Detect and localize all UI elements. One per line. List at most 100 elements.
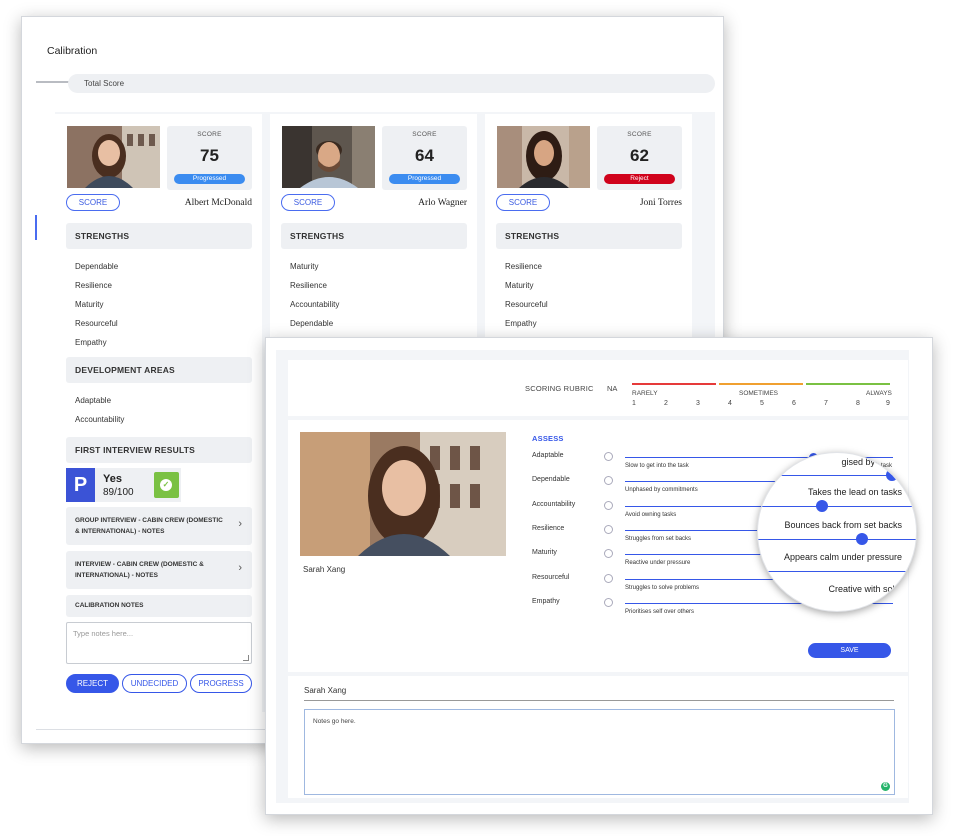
- rubric-number: 7: [824, 400, 828, 407]
- score-box: SCORE 75 Progressed: [167, 126, 252, 190]
- candidate-card-albert: SCORE 75 Progressed SCORE Albert McDonal…: [55, 114, 262, 712]
- candidate-photo: [67, 126, 160, 188]
- always-band: [806, 383, 890, 385]
- interview-notes[interactable]: INTERVIEW - CABIN CREW (DOMESTIC & INTER…: [66, 551, 252, 589]
- assess-label: Accountability: [532, 500, 576, 508]
- save-button[interactable]: SAVE: [808, 643, 891, 658]
- resize-grip-icon[interactable]: [243, 655, 249, 661]
- candidate-photo-large: [300, 432, 506, 556]
- interview-score: 89/100: [103, 487, 134, 498]
- interview-result: Yes: [103, 473, 122, 485]
- status-badge: Reject: [604, 174, 675, 184]
- assess-label: Resilience: [532, 524, 565, 532]
- na-radio[interactable]: [604, 549, 613, 559]
- grammar-icon[interactable]: G: [881, 782, 890, 791]
- progress-button[interactable]: PROGRESS: [190, 674, 252, 693]
- first-interview-result: P Yes 89/100 ✓: [66, 468, 181, 502]
- reject-button[interactable]: REJECT: [66, 674, 119, 693]
- assess-label: Maturity: [532, 549, 557, 557]
- candidate-name: Sarah Xang: [303, 565, 346, 574]
- assess-label: Empathy: [532, 597, 560, 605]
- score-label: SCORE: [412, 131, 437, 138]
- notes-text: Notes go here.: [313, 718, 356, 725]
- rubric-number: 6: [792, 400, 796, 407]
- list-item: Empathy: [75, 338, 107, 347]
- note-title: INTERVIEW - CABIN CREW (DOMESTIC & INTER…: [75, 561, 204, 579]
- slider-low-label: Struggles from set backs: [625, 535, 692, 542]
- total-score-label: Total Score: [84, 79, 125, 88]
- score-value: 75: [200, 146, 219, 165]
- score-label: SCORE: [197, 131, 222, 138]
- status-badge: Progressed: [174, 174, 245, 184]
- list-item: Maturity: [75, 300, 104, 309]
- zoom-slider-line: [758, 506, 916, 507]
- zoom-slider-knob[interactable]: [886, 469, 898, 481]
- assess-label: Dependable: [532, 476, 570, 484]
- na-radio[interactable]: [604, 476, 613, 486]
- score-label: SCORE: [627, 131, 652, 138]
- rubric-label: SCORING RUBRIC: [525, 384, 594, 393]
- assess-label: Resourceful: [532, 573, 570, 581]
- score-value: 64: [415, 146, 434, 165]
- strengths-heading: STRENGTHS: [66, 223, 252, 249]
- rarely-band: [632, 383, 716, 385]
- rubric-number: 8: [856, 400, 860, 407]
- list-item: Maturity: [290, 262, 319, 271]
- na-radio[interactable]: [604, 452, 613, 461]
- zoom-text: Creative with solut: [828, 584, 902, 594]
- zoom-slider-line: [758, 571, 916, 572]
- first-interview-heading: FIRST INTERVIEW RESULTS: [66, 437, 252, 463]
- list-item: Resourceful: [505, 300, 548, 309]
- calibration-notes-heading: CALIBRATION NOTES: [66, 595, 252, 617]
- development-heading: DEVELOPMENT AREAS: [66, 357, 252, 383]
- score-button[interactable]: SCORE: [66, 194, 120, 211]
- calibration-notes-input[interactable]: Type notes here...: [66, 622, 252, 664]
- slider-low-label: Prioritises self over others: [625, 608, 695, 615]
- zoom-text: gised by comm: [841, 457, 902, 467]
- zoom-slider-line: [758, 539, 916, 540]
- divider: [304, 700, 894, 701]
- rubric-word-sometimes: SOMETIMES: [739, 390, 779, 397]
- candidate-photo: [497, 126, 590, 188]
- zoom-slider-knob[interactable]: [856, 533, 868, 545]
- check-icon: ✓: [154, 472, 179, 498]
- na-radio[interactable]: [604, 524, 613, 534]
- list-item: Resourceful: [75, 319, 118, 328]
- candidate-card-joni: SCORE 62 Reject SCORE Joni Torres STRENG…: [485, 114, 692, 344]
- score-button[interactable]: SCORE: [281, 194, 335, 211]
- list-item: Resilience: [290, 281, 327, 290]
- notes-candidate-name: Sarah Xang: [304, 686, 347, 695]
- list-item: Accountability: [290, 300, 340, 309]
- list-item: Adaptable: [75, 396, 112, 405]
- list-item: Accountability: [75, 415, 125, 424]
- zoom-text: Takes the lead on tasks: [807, 487, 902, 497]
- na-radio[interactable]: [604, 597, 613, 607]
- rubric-number: 9: [886, 400, 890, 407]
- total-score-bar[interactable]: Total Score: [68, 74, 715, 93]
- rubric-number: 4: [728, 400, 732, 407]
- selection-indicator: [35, 215, 37, 240]
- undecided-button[interactable]: UNDECIDED: [122, 674, 187, 693]
- na-radio[interactable]: [604, 500, 613, 510]
- notes-panel: Sarah Xang Notes go here. G: [288, 676, 908, 798]
- score-box: SCORE 64 Progressed: [382, 126, 467, 190]
- scoring-rubric: SCORING RUBRIC NA RARELY SOMETIMES ALWAY…: [288, 360, 908, 416]
- chevron-right-icon: ›: [238, 562, 242, 574]
- notes-input[interactable]: Notes go here. G: [304, 709, 895, 795]
- slider-low-label: Reactive under pressure: [625, 560, 691, 567]
- zoom-slider-knob[interactable]: [816, 500, 828, 512]
- candidate-name: Joni Torres: [639, 198, 682, 208]
- list-item: Dependable: [290, 319, 334, 328]
- slider-low-label: Unphased by commitments: [625, 487, 698, 494]
- list-item: Resilience: [505, 262, 542, 271]
- zoom-text: Bounces back from set backs: [784, 520, 902, 530]
- zoom-text: Appears calm under pressure: [783, 552, 902, 562]
- rubric-number: 3: [696, 400, 700, 407]
- slider-low-label: Struggles to solve problems: [625, 584, 700, 591]
- score-button[interactable]: SCORE: [496, 194, 550, 211]
- list-item: Dependable: [75, 262, 119, 271]
- list-item: Empathy: [505, 319, 537, 328]
- group-interview-notes[interactable]: GROUP INTERVIEW - CABIN CREW (DOMESTIC &…: [66, 507, 252, 545]
- notes-placeholder: Type notes here...: [73, 629, 134, 638]
- na-radio[interactable]: [604, 573, 613, 583]
